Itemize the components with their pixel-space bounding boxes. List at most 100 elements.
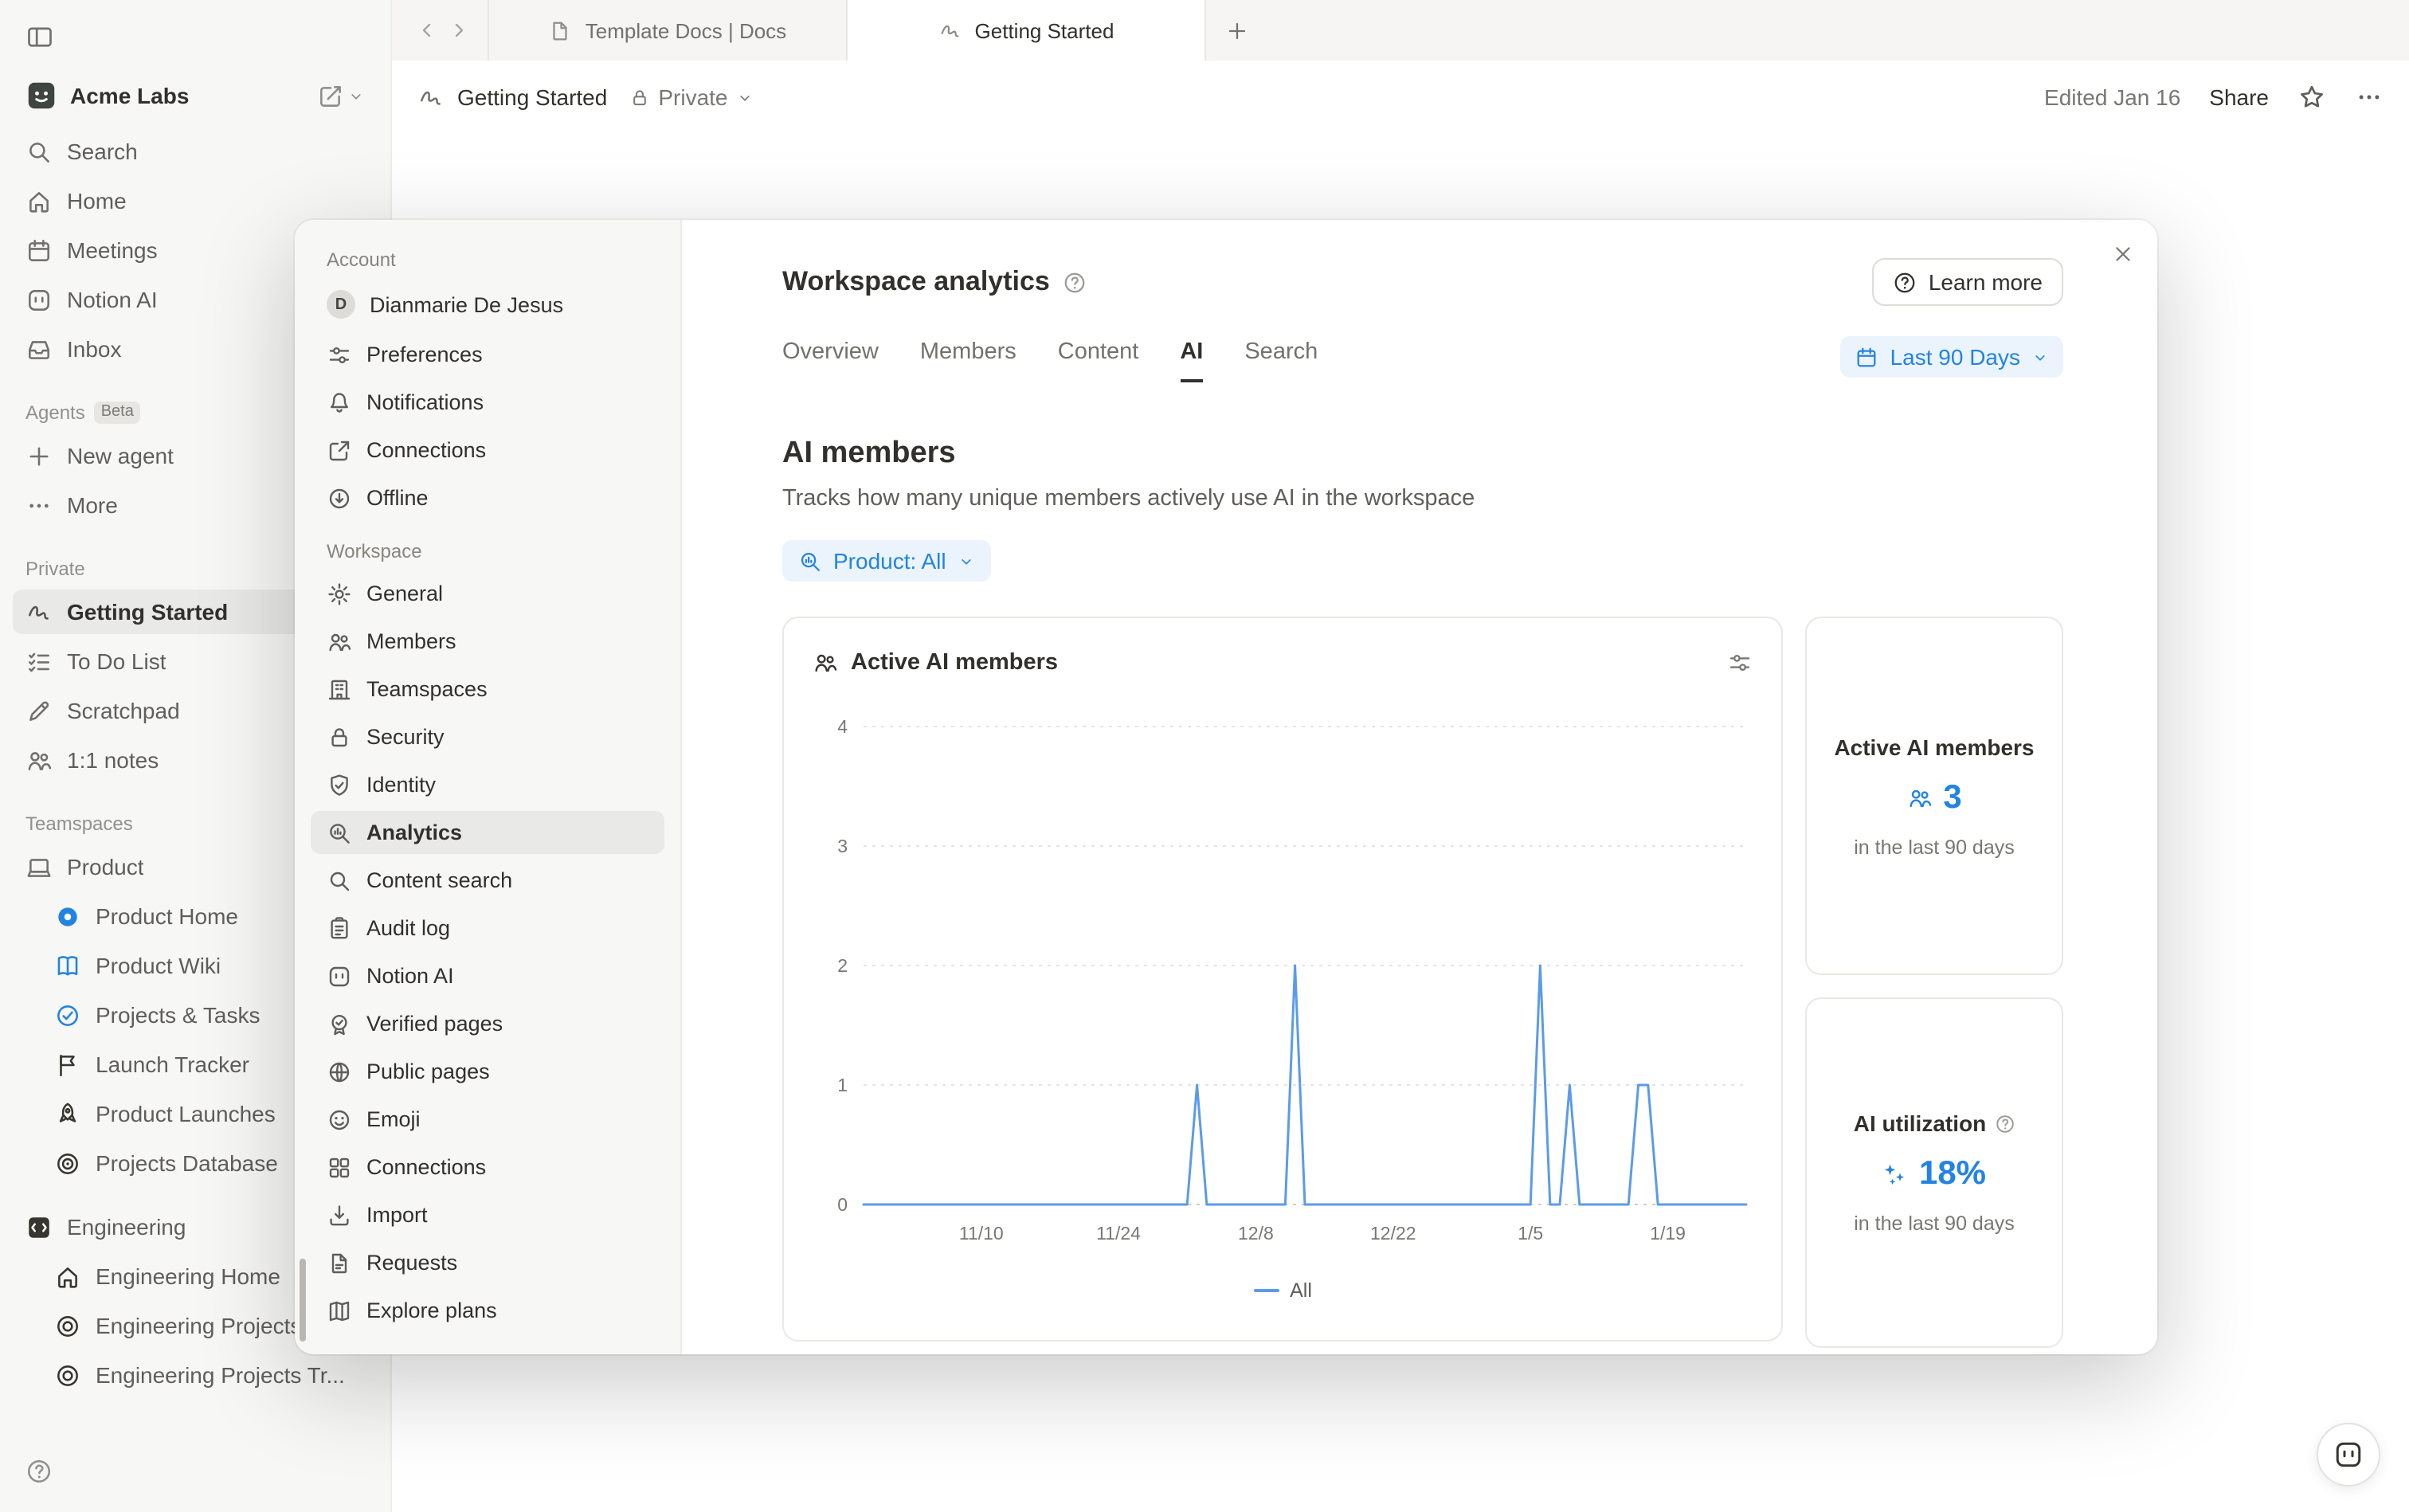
avatar: D [327,290,355,319]
item-label: Public pages [366,1060,490,1083]
account-section-label: Account [311,233,664,280]
settings-nav-item-connections[interactable]: Connections [311,429,664,472]
settings-nav-item-notifications[interactable]: Notifications [311,381,664,424]
flag-icon [54,1051,81,1078]
settings-nav-item-connections[interactable]: Connections [311,1146,664,1189]
compose-icon[interactable] [317,82,344,109]
inbox-icon [25,335,53,362]
item-label: Analytics [366,821,462,844]
settings-nav-item-verified-pages[interactable]: Verified pages [311,1002,664,1045]
settings-nav-item-members[interactable]: Members [311,620,664,663]
stat-title: AI utilization [1854,1110,2015,1136]
tab-label: Template Docs | Docs [586,18,786,42]
settings-nav-item-analytics[interactable]: Analytics [311,811,664,854]
svg-text:11/10: 11/10 [959,1223,1004,1244]
settings-nav-item-identity[interactable]: Identity [311,763,664,806]
stat-card-ai-utilization: AI utilization 18% in the last 90 days [1805,997,2063,1348]
date-range-select[interactable]: Last 90 Days [1841,336,2063,378]
item-label: Engineering Home [96,1263,280,1289]
chart-settings-icon[interactable] [1727,650,1753,676]
shieldcheck-icon [327,772,352,797]
modal-nav-scrollbar[interactable] [300,1259,306,1342]
breadcrumb[interactable]: Getting Started [417,84,607,111]
item-label: Import [366,1203,428,1227]
item-label: Explore plans [366,1299,497,1322]
chart-legend: All [813,1279,1753,1302]
analytics-tab-search[interactable]: Search [1244,331,1318,382]
help-icon[interactable] [25,1458,53,1485]
sidebar-toggle-icon[interactable] [25,22,54,51]
beta-badge: Beta [95,402,140,424]
page-icon [417,84,445,111]
stat-number: 18% [1919,1155,1986,1193]
settings-nav-item-offline[interactable]: Offline [311,476,664,519]
dart-icon [54,1150,81,1177]
notion-ai-fab[interactable] [2317,1423,2380,1487]
tab-getting-started[interactable]: Getting Started [846,0,1206,61]
sidebar-item-search[interactable]: Search [13,129,378,174]
workspace-switcher[interactable]: Acme Labs [13,75,378,116]
zoomchart-icon [327,820,352,845]
notion-ai-icon [2333,1439,2364,1471]
tab-strip: Template Docs | Docs Getting Started [392,0,2409,61]
item-label: New agent [67,443,174,468]
settings-nav-item-requests[interactable]: Requests [311,1241,664,1284]
date-range-label: Last 90 Days [1890,344,2020,370]
svg-text:12/8: 12/8 [1238,1223,1274,1244]
item-label: Notion AI [366,964,454,988]
share-button[interactable]: Share [2209,84,2269,110]
history-nav [392,0,488,61]
stat-caption: in the last 90 days [1854,1212,2015,1235]
search-icon [25,138,53,165]
item-label: Scratchpad [67,698,180,723]
chevron-down-icon[interactable] [347,87,365,104]
stat-cards: Active AI members3in the last 90 daysAI … [1805,617,2063,1348]
item-label: Notion AI [67,287,158,312]
analytics-header: Workspace analytics Learn more [782,258,2063,306]
stat-title: Active AI members [1834,734,2034,759]
settings-nav-item-audit-log[interactable]: Audit log [311,907,664,950]
settings-nav-item-content-search[interactable]: Content search [311,859,664,902]
doodle-icon [938,18,962,42]
sidebar-item-engineering-projects-tr[interactable]: Engineering Projects Tr... [13,1353,378,1397]
product-filter[interactable]: Product: All [782,540,991,582]
settings-nav-item-public-pages[interactable]: Public pages [311,1050,664,1093]
svg-text:1: 1 [837,1075,848,1095]
sidebar-item-home[interactable]: Home [13,178,378,223]
docarrow-icon [327,1250,352,1275]
topbar-actions: Edited Jan 16 Share [2044,83,2384,112]
more-options-icon[interactable] [2355,83,2384,112]
tab-template-docs-docs[interactable]: Template Docs | Docs [488,0,846,61]
filter-icon [798,549,822,573]
settings-nav-item-emoji[interactable]: Emoji [311,1098,664,1141]
analytics-tab-overview[interactable]: Overview [782,331,879,382]
favorite-star-icon[interactable] [2297,83,2326,112]
svg-text:11/24: 11/24 [1096,1223,1141,1244]
svg-text:1/5: 1/5 [1518,1223,1543,1244]
analytics-tab-ai[interactable]: AI [1180,331,1203,382]
settings-nav-item-security[interactable]: Security [311,715,664,758]
target-icon [54,1361,81,1389]
settings-nav-item-general[interactable]: General [311,572,664,615]
learn-more-button[interactable]: Learn more [1873,258,2063,306]
close-icon[interactable] [2111,242,2135,266]
page-title: Getting Started [457,84,607,110]
tabs: Template Docs | Docs Getting Started [488,0,1206,61]
analytics-tab-content[interactable]: Content [1058,331,1139,382]
help-circle-icon[interactable] [1063,270,1087,294]
account-user[interactable]: D Dianmarie De Jesus [311,280,664,328]
home-icon [54,1263,81,1290]
item-label: Product Wiki [96,953,221,978]
settings-nav-item-explore-plans[interactable]: Explore plans [311,1289,664,1332]
settings-nav-item-teamspaces[interactable]: Teamspaces [311,668,664,711]
aiface-icon [327,963,352,989]
analytics-tab-members[interactable]: Members [920,331,1016,382]
forward-icon[interactable] [446,18,472,43]
todo-icon [25,648,53,675]
settings-nav-item-preferences[interactable]: Preferences [311,333,664,376]
new-tab-button[interactable] [1206,0,1268,61]
settings-nav-item-import[interactable]: Import [311,1193,664,1236]
settings-nav-item-notion-ai[interactable]: Notion AI [311,954,664,997]
privacy-toggle[interactable]: Private [629,84,753,110]
back-icon[interactable] [414,18,440,43]
